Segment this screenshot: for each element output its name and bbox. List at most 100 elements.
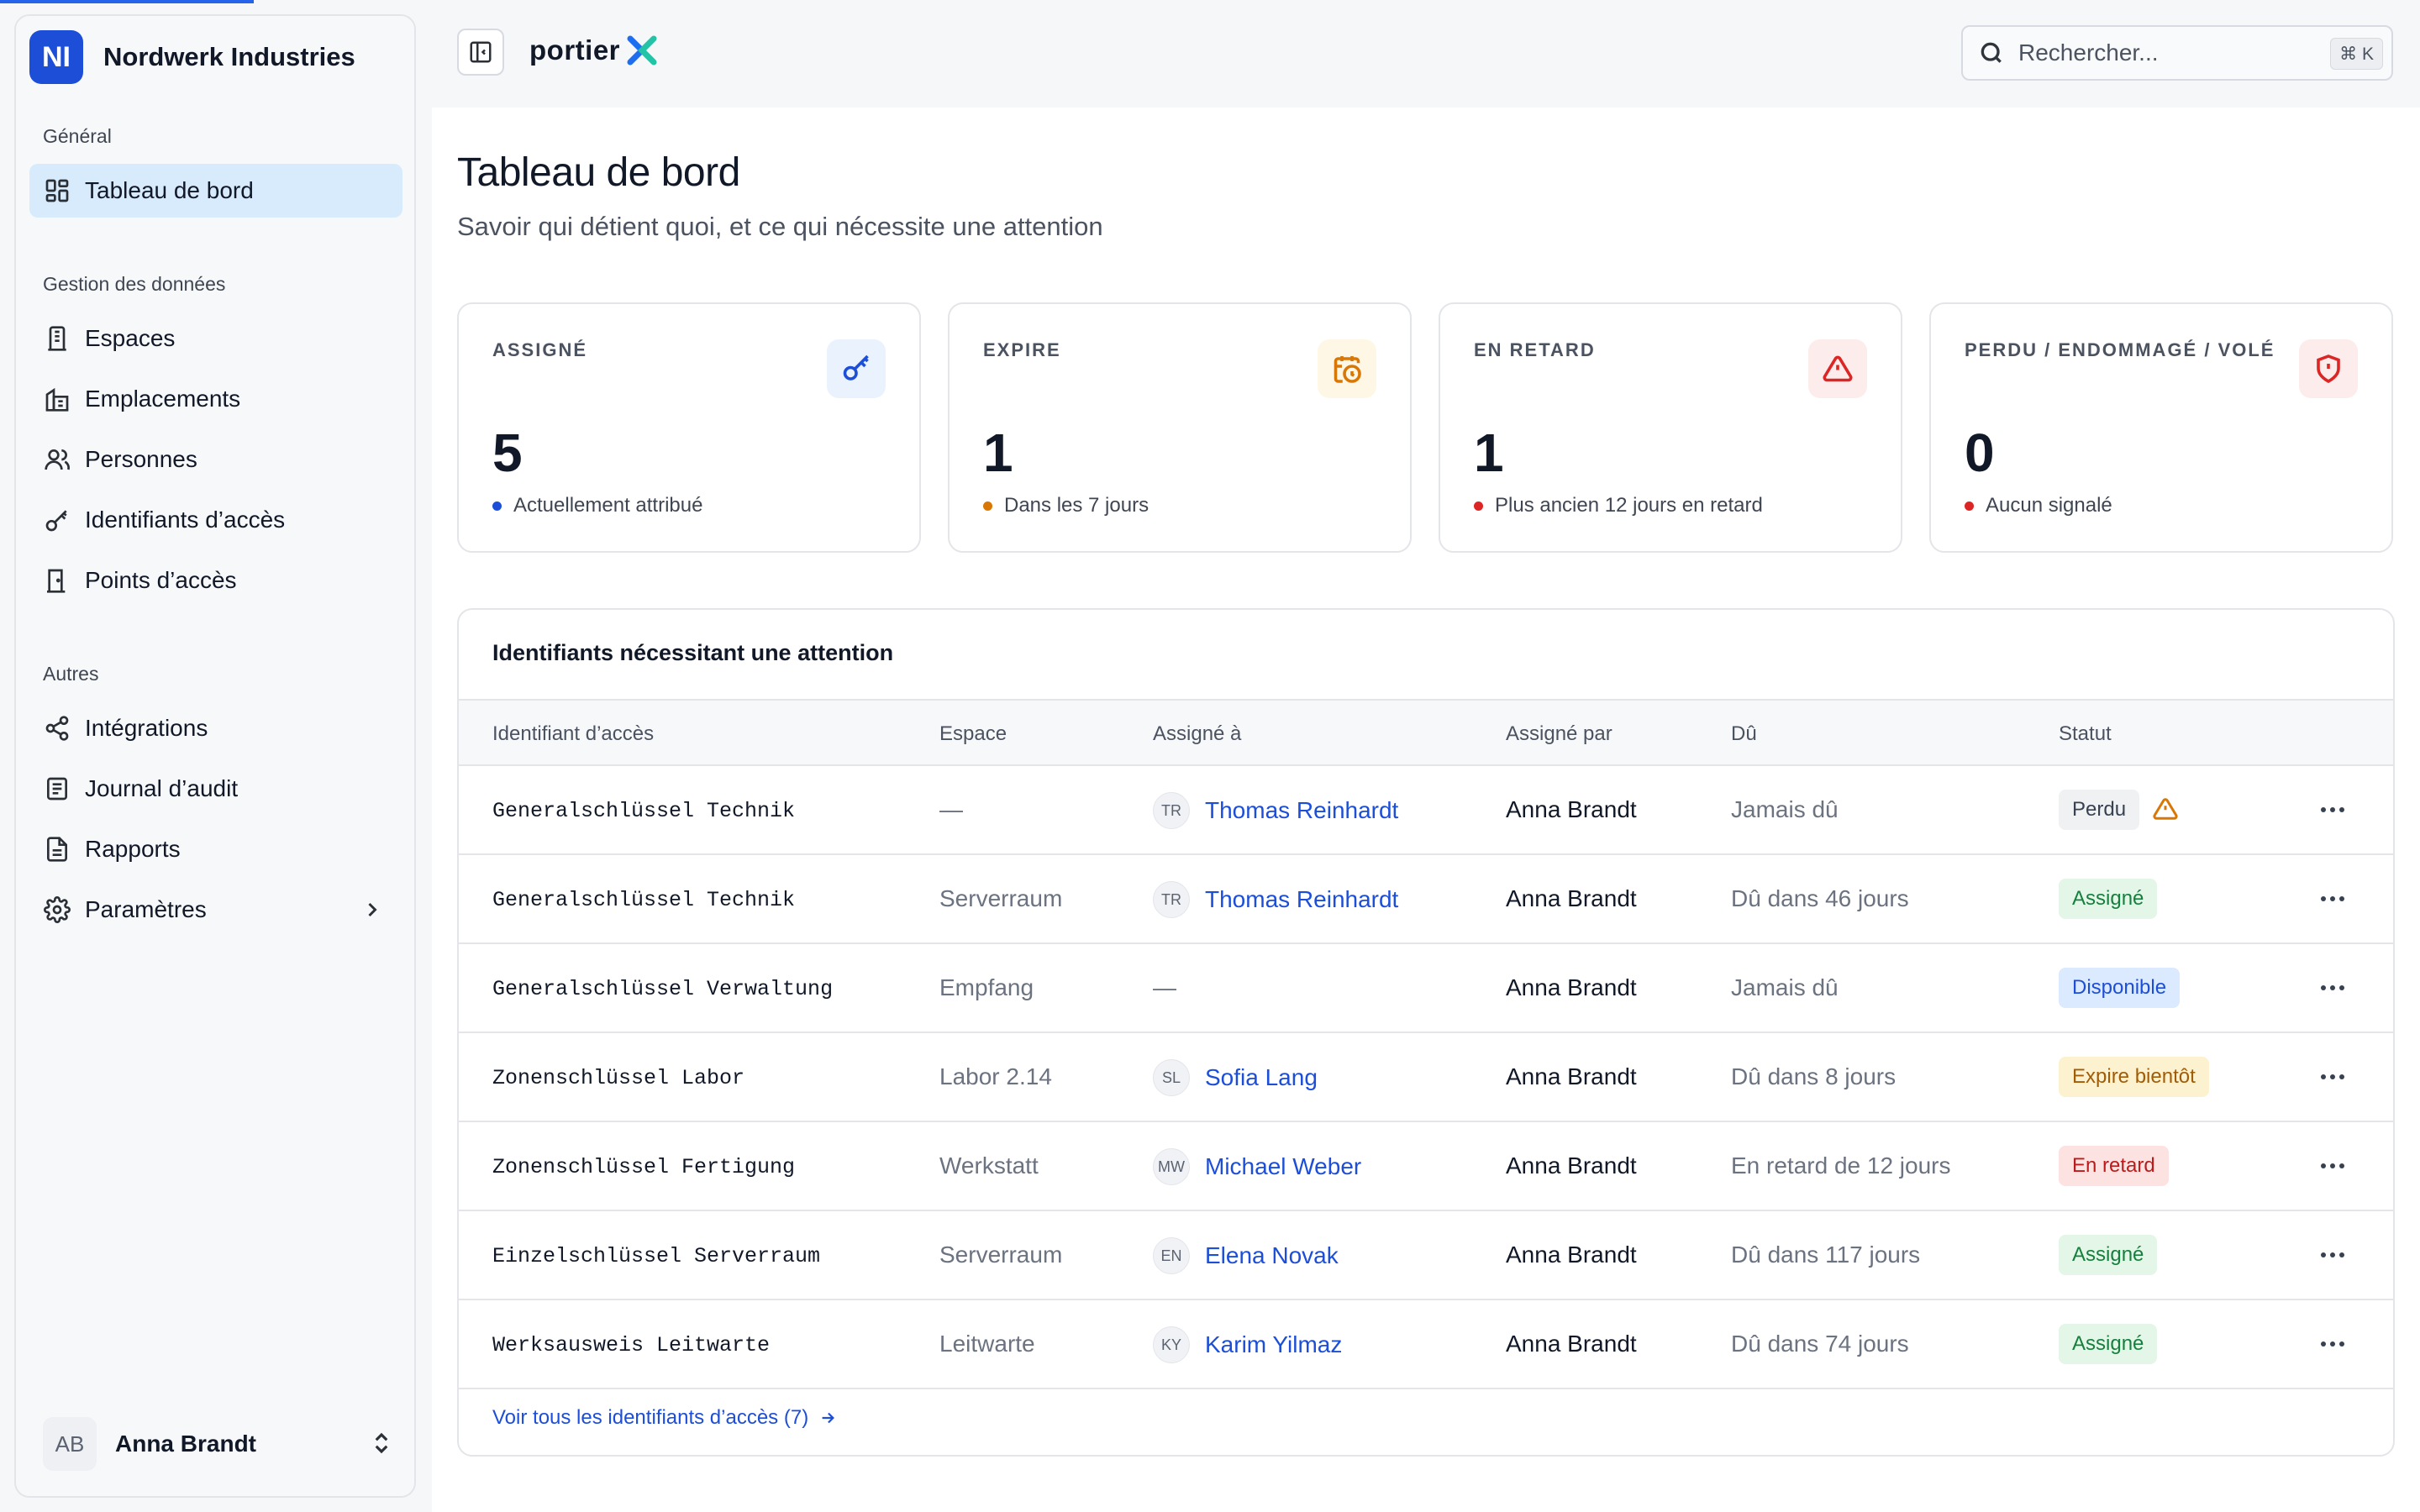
status-dot [983, 501, 992, 511]
sidebar-item-access-points[interactable]: Points d’accès [29, 554, 402, 607]
credential-name[interactable]: Zonenschlüssel Labor [492, 1066, 744, 1090]
status-badge: Expire bientôt [2059, 1057, 2209, 1097]
sidebar-item-spaces[interactable]: Espaces [29, 312, 402, 365]
nav-section-data: Gestion des données [43, 273, 226, 295]
dashboard-icon [43, 176, 71, 205]
status-badge: Assigné [2059, 1324, 2158, 1364]
assigned-by: Anna Brandt [1506, 885, 1637, 911]
row-actions-menu[interactable] [2314, 1058, 2351, 1095]
assignee-avatar: TR [1153, 792, 1190, 829]
sidebar-item-label: Rapports [85, 836, 181, 862]
due-text: En retard de 12 jours [1731, 1152, 1951, 1179]
stat-card-assigned[interactable]: ASSIGNÉ 5 Actuellement attribué [457, 302, 921, 553]
assignee-link[interactable]: Elena Novak [1205, 1242, 1339, 1269]
buildings-icon [43, 385, 71, 413]
table-row[interactable]: Zonenschlüssel Labor Labor 2.14 SL Sofia La… [459, 1033, 2393, 1122]
column-header-space[interactable]: Espace [939, 722, 1007, 746]
stat-value: 5 [492, 423, 523, 483]
assignee-link[interactable]: Thomas Reinhardt [1205, 797, 1398, 824]
column-header-due[interactable]: Dû [1731, 722, 1757, 746]
sidebar-item-people[interactable]: Personnes [29, 433, 402, 486]
stat-card-overdue[interactable]: EN RETARD 1 Plus ancien 12 jours en reta… [1439, 302, 1902, 553]
space-name: — [939, 796, 963, 822]
stat-label: ASSIGNÉ [492, 339, 588, 360]
table-row[interactable]: Zonenschlüssel Fertigung Werkstatt MW Micha… [459, 1122, 2393, 1211]
stat-note-text: Plus ancien 12 jours en retard [1495, 494, 1763, 517]
sidebar-item-settings[interactable]: Paramètres [29, 883, 402, 937]
assignee-link[interactable]: Thomas Reinhardt [1205, 886, 1398, 913]
search-bar[interactable]: ⌘ K [1961, 25, 2393, 81]
column-header-credential[interactable]: Identifiant d’accès [492, 722, 654, 746]
sidebar-item-reports[interactable]: Rapports [29, 822, 402, 876]
stat-value: 1 [1474, 423, 1504, 483]
sidebar-item-credentials[interactable]: Identifiants d’accès [29, 493, 402, 547]
sidebar: NI Nordwerk Industries Général Tableau d… [14, 14, 416, 1498]
view-all-credentials-link[interactable]: Voir tous les identifiants d’accès (7) [492, 1406, 837, 1430]
status-dot [492, 501, 502, 511]
due-text: Dû dans 46 jours [1731, 885, 1909, 911]
assignee-link[interactable]: Karim Yilmaz [1205, 1331, 1342, 1358]
attention-table-panel: Identifiants nécessitant une attention I… [457, 608, 2395, 1457]
credential-name[interactable]: Zonenschlüssel Fertigung [492, 1155, 795, 1179]
table-row[interactable]: Werksausweis Leitwarte Leitwarte KY Karim Y… [459, 1300, 2393, 1389]
column-header-assigned-to[interactable]: Assigné à [1153, 722, 1241, 746]
assignee-avatar: KY [1153, 1326, 1190, 1363]
table-header: Identifiant d’accès Espace Assigné à Ass… [459, 699, 2393, 766]
row-actions-menu[interactable] [2314, 1236, 2351, 1273]
sidebar-item-label: Espaces [85, 325, 176, 351]
sidebar-item-label: Journal d’audit [85, 775, 239, 801]
row-actions-menu[interactable] [2314, 969, 2351, 1006]
credential-name[interactable]: Werksausweis Leitwarte [492, 1333, 770, 1357]
sidebar-item-dashboard[interactable]: Tableau de bord [29, 164, 402, 218]
users-icon [43, 445, 71, 474]
row-actions-menu[interactable] [2314, 1326, 2351, 1362]
space-name: Serverraum [939, 885, 1063, 911]
sidebar-item-label: Points d’accès [85, 567, 237, 593]
assignee-avatar: MW [1153, 1148, 1190, 1185]
credential-name[interactable]: Generalschlüssel Verwaltung [492, 977, 833, 1001]
stat-card-expiring[interactable]: EXPIRE 1 Dans les 7 jours [948, 302, 1412, 553]
credential-name[interactable]: Generalschlüssel Technik [492, 888, 795, 912]
shield-alert-icon [2299, 339, 2358, 398]
status-badge: Assigné [2059, 879, 2158, 919]
table-row[interactable]: Generalschlüssel Verwaltung Empfang — Anna … [459, 944, 2393, 1033]
assignee-link[interactable]: Sofia Lang [1205, 1064, 1318, 1091]
column-header-assigned-by[interactable]: Assigné par [1506, 722, 1612, 746]
assignee: TR Thomas Reinhardt [1153, 881, 1398, 918]
arrow-right-icon [822, 1412, 835, 1424]
assignee-avatar: EN [1153, 1237, 1190, 1274]
credential-name[interactable]: Einzelschlüssel Serverraum [492, 1244, 820, 1268]
credential-name[interactable]: Generalschlüssel Technik [492, 799, 795, 823]
stat-card-lost[interactable]: PERDU / ENDOMMAGÉ / VOLÉ 0 Aucun signalé [1929, 302, 2393, 553]
row-actions-menu[interactable] [2314, 791, 2351, 828]
assignee: KY Karim Yilmaz [1153, 1326, 1342, 1363]
assignee-link[interactable]: Michael Weber [1205, 1153, 1361, 1180]
org-name: Nordwerk Industries [103, 42, 355, 71]
stat-note: Plus ancien 12 jours en retard [1474, 494, 1763, 517]
main-content: Tableau de bord Savoir qui détient quoi,… [432, 108, 2420, 1512]
key-icon [43, 506, 71, 534]
brand-name: portier [529, 34, 621, 66]
panel-left-icon [470, 41, 492, 63]
search-icon [1981, 42, 2002, 63]
status-badge: Disponible [2059, 968, 2181, 1008]
assignee-avatar: TR [1153, 881, 1190, 918]
avatar: AB [43, 1417, 97, 1471]
row-actions-menu[interactable] [2314, 880, 2351, 917]
sidebar-item-integrations[interactable]: Intégrations [29, 701, 402, 755]
org-switcher[interactable]: NI Nordwerk Industries [29, 29, 355, 85]
sidebar-item-locations[interactable]: Emplacements [29, 372, 402, 426]
table-row[interactable]: Generalschlüssel Technik — TR Thomas Reinha… [459, 766, 2393, 855]
row-actions-menu[interactable] [2314, 1147, 2351, 1184]
user-menu[interactable]: AB Anna Brandt [43, 1412, 404, 1476]
sidebar-toggle-button[interactable] [457, 29, 504, 76]
search-input[interactable] [2018, 39, 2321, 66]
building-icon [43, 324, 71, 353]
table-row[interactable]: Generalschlüssel Technik Serverraum TR Thom… [459, 855, 2393, 944]
sidebar-item-audit-log[interactable]: Journal d’audit [29, 762, 402, 816]
page-title: Tableau de bord [457, 150, 740, 195]
status-dot [1965, 501, 1974, 511]
column-header-status[interactable]: Statut [2059, 722, 2112, 746]
table-row[interactable]: Einzelschlüssel Serverraum Serverraum EN El… [459, 1211, 2393, 1300]
panel-title: Identifiants nécessitant une attention [492, 640, 894, 665]
